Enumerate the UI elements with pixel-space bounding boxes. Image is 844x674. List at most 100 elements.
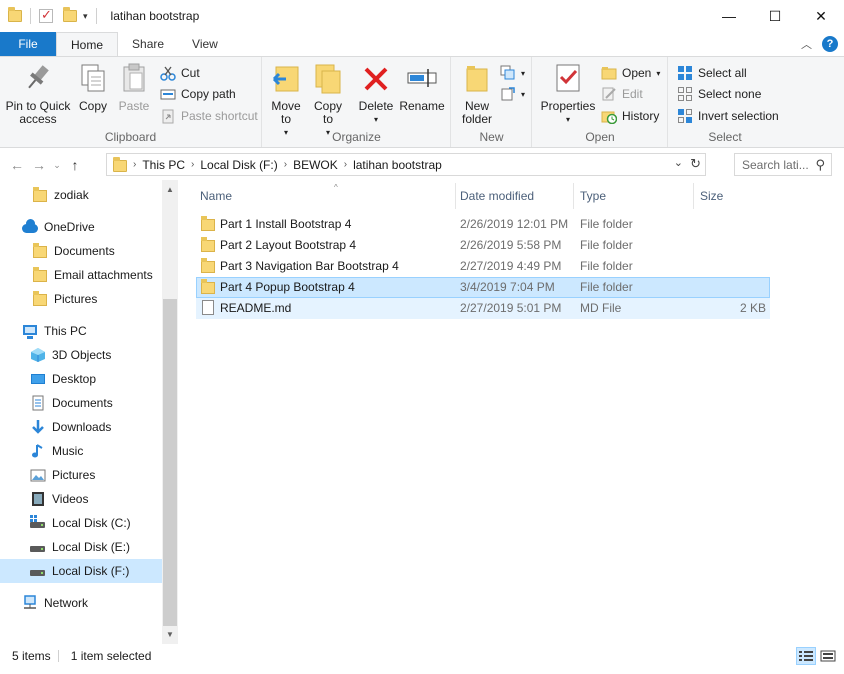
nav-item-documents[interactable]: Documents: [0, 391, 162, 415]
new-folder-button[interactable]: New folder: [458, 61, 496, 126]
table-row[interactable]: Part 2 Layout Bootstrap 4 2/26/2019 5:58…: [196, 235, 770, 256]
paste-button[interactable]: Paste: [116, 61, 152, 113]
address-dropdown-icon[interactable]: ⌄: [674, 156, 683, 169]
ribbon-tabs: File Home Share View ︿ ?: [0, 32, 844, 56]
breadcrumb-local-disk-f[interactable]: Local Disk (F:): [200, 158, 277, 172]
nav-item-local-disk-e[interactable]: Local Disk (E:): [0, 535, 162, 559]
file-type: MD File: [580, 301, 622, 315]
column-header-type[interactable]: Type: [574, 183, 694, 209]
folder-icon[interactable]: [8, 7, 22, 22]
file-name: README.md: [220, 301, 292, 315]
minimize-button[interactable]: —: [706, 0, 752, 32]
nav-item-network[interactable]: Network: [0, 591, 162, 615]
copy-button[interactable]: Copy: [76, 61, 110, 113]
search-icon[interactable]: ⚲: [815, 157, 825, 173]
nav-item-onedrive-documents[interactable]: Documents: [0, 239, 162, 263]
nav-item-local-disk-c[interactable]: Local Disk (C:): [0, 511, 162, 535]
chevron-right-icon[interactable]: ›: [284, 159, 287, 170]
table-row[interactable]: Part 1 Install Bootstrap 4 2/26/2019 12:…: [196, 214, 770, 235]
table-row-selected[interactable]: Part 4 Popup Bootstrap 4 3/4/2019 7:04 P…: [196, 277, 770, 298]
nav-item-zodiak[interactable]: zodiak: [0, 183, 162, 207]
nav-item-videos[interactable]: Videos: [0, 487, 162, 511]
nav-item-onedrive[interactable]: OneDrive: [0, 215, 162, 239]
new-group: New folder ▾ ▾ New: [452, 57, 532, 147]
easy-access-button[interactable]: ▾: [500, 84, 525, 104]
column-header-name[interactable]: Name ^: [194, 183, 456, 209]
nav-scrollbar-thumb[interactable]: [163, 299, 177, 626]
forward-arrow-icon[interactable]: →: [28, 157, 50, 173]
select-all-button[interactable]: Select all: [677, 63, 747, 83]
scroll-up-arrow-icon[interactable]: ▲: [162, 182, 178, 198]
history-button[interactable]: History: [601, 106, 659, 126]
new-folder-icon[interactable]: [63, 7, 77, 22]
nav-item-local-disk-f[interactable]: Local Disk (F:): [0, 559, 162, 583]
open-label: Open: [622, 66, 652, 80]
pin-to-quick-access-button[interactable]: Pin to Quick access: [4, 61, 72, 126]
chevron-right-icon[interactable]: ›: [133, 159, 136, 170]
cut-button[interactable]: Cut: [160, 63, 200, 83]
close-button[interactable]: ✕: [798, 0, 844, 32]
organize-group-label: Organize: [332, 130, 381, 144]
copy-to-button[interactable]: Copy to ▾: [311, 61, 345, 139]
maximize-button[interactable]: ☐: [752, 0, 798, 32]
edit-button[interactable]: Edit: [601, 84, 643, 104]
tab-view[interactable]: View: [178, 32, 232, 56]
new-item-button[interactable]: ▾: [500, 63, 525, 83]
delete-button[interactable]: Delete ▾: [359, 61, 393, 126]
refresh-icon[interactable]: ↻: [690, 156, 701, 172]
select-group-label: Select: [708, 130, 742, 144]
invert-selection-button[interactable]: Invert selection: [677, 106, 779, 126]
collapse-ribbon-icon[interactable]: ︿: [801, 36, 812, 52]
open-button[interactable]: Open ▾: [601, 63, 660, 83]
documents-icon: [30, 395, 46, 411]
up-arrow-icon[interactable]: ↑: [64, 157, 86, 173]
properties-button[interactable]: Properties ▾: [539, 61, 597, 126]
address-bar[interactable]: › This PC › Local Disk (F:) › BEWOK › la…: [106, 153, 706, 176]
paste-shortcut-button[interactable]: Paste shortcut: [160, 106, 258, 126]
move-to-button[interactable]: Move to ▾: [269, 61, 303, 139]
scroll-down-arrow-icon[interactable]: ▼: [162, 627, 178, 643]
nav-item-this-pc[interactable]: This PC: [0, 319, 162, 343]
file-type: File folder: [580, 280, 633, 294]
nav-item-music[interactable]: Music: [0, 439, 162, 463]
nav-item-desktop[interactable]: Desktop: [0, 367, 162, 391]
delete-x-icon: [360, 61, 392, 97]
nav-item-email-attachments[interactable]: Email attachments: [0, 263, 162, 287]
table-row[interactable]: Part 3 Navigation Bar Bootstrap 4 2/27/2…: [196, 256, 770, 277]
nav-item-pictures[interactable]: Pictures: [0, 463, 162, 487]
tab-home[interactable]: Home: [56, 32, 119, 56]
breadcrumb-this-pc[interactable]: This PC: [142, 158, 185, 172]
help-icon[interactable]: ?: [822, 36, 838, 52]
back-arrow-icon[interactable]: ←: [6, 157, 28, 173]
easy-access-dropdown-icon: ▾: [521, 89, 526, 99]
file-list: Name ^ Date modified Type Size Part 1 In…: [178, 180, 844, 644]
nav-label: zodiak: [54, 188, 89, 202]
chevron-right-icon[interactable]: ›: [191, 159, 194, 170]
column-header-size[interactable]: Size: [694, 183, 770, 209]
tab-share[interactable]: Share: [118, 32, 178, 56]
search-input[interactable]: Search lati... ⚲: [734, 153, 832, 176]
customize-toolbar-arrow-icon[interactable]: ▾: [83, 11, 88, 22]
properties-dropdown-icon: ▾: [565, 115, 570, 124]
breadcrumb-latihan-bootstrap[interactable]: latihan bootstrap: [353, 158, 442, 172]
breadcrumb-bewok[interactable]: BEWOK: [293, 158, 338, 172]
select-none-button[interactable]: Select none: [677, 84, 761, 104]
copy-path-button[interactable]: Copy path: [160, 84, 236, 104]
recent-locations-chevron-icon[interactable]: ⌄: [50, 160, 64, 171]
properties-icon[interactable]: [39, 7, 53, 23]
nav-label: Documents: [54, 244, 115, 258]
select-all-icon: [677, 65, 693, 81]
nav-item-downloads[interactable]: Downloads: [0, 415, 162, 439]
rename-button[interactable]: Rename: [399, 61, 445, 113]
nav-label: Videos: [52, 492, 89, 506]
file-date: 2/26/2019 12:01 PM: [460, 217, 569, 231]
nav-item-3d-objects[interactable]: 3D Objects: [0, 343, 162, 367]
details-view-button[interactable]: [796, 647, 816, 665]
large-icons-view-button[interactable]: [818, 647, 838, 665]
nav-item-onedrive-pictures[interactable]: Pictures: [0, 287, 162, 311]
table-row[interactable]: README.md 2/27/2019 5:01 PM MD File 2 KB: [196, 298, 770, 319]
select-none-icon: [677, 86, 693, 102]
chevron-right-icon[interactable]: ›: [344, 159, 347, 170]
column-header-date-modified[interactable]: Date modified: [454, 183, 574, 209]
tab-file[interactable]: File: [0, 32, 56, 56]
